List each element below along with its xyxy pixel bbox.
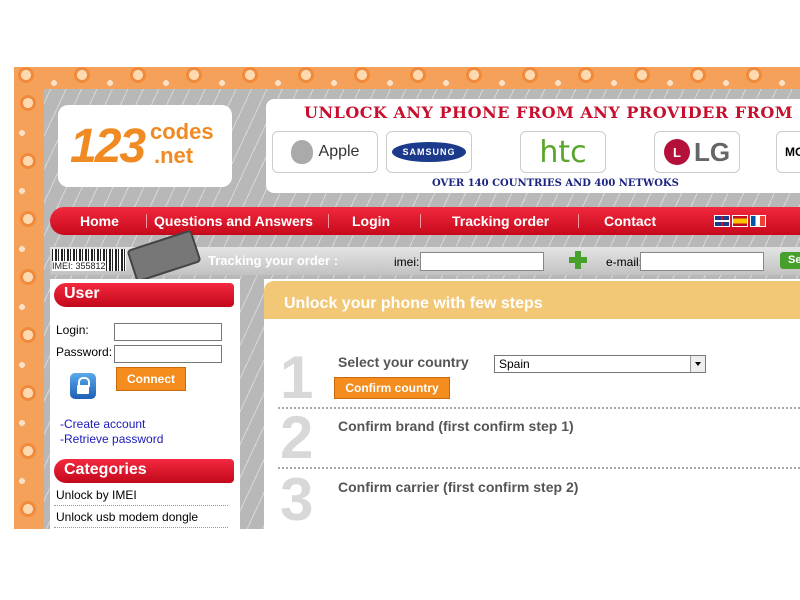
wallpaper-top <box>14 67 800 89</box>
step-number: 3 <box>280 466 314 529</box>
sidebar: User Login: Password: Connect -Create ac… <box>50 279 240 529</box>
barcode-imei-text: IMEI: 355812 <box>52 261 106 271</box>
spain-flag-icon[interactable] <box>732 215 748 227</box>
password-label: Password: <box>56 345 113 359</box>
logo-net: .net <box>154 143 194 168</box>
country-select-value: Spain <box>499 357 530 371</box>
brand-apple[interactable]: Apple <box>272 131 378 173</box>
user-panel-header: User <box>54 283 234 307</box>
tracking-bar: IMEI: 355812 Tracking your order : imei:… <box>50 229 800 283</box>
login-label: Login: <box>56 323 89 337</box>
site-logo[interactable]: 123 codes .net <box>58 105 232 187</box>
nav-separator <box>420 214 421 228</box>
page-screenshot: 123 codes .net UNLOCK ANY PHONE FROM ANY… <box>14 67 800 529</box>
wallpaper-left <box>14 89 44 529</box>
category-item[interactable]: Unlock usb modem dongle <box>56 510 198 524</box>
brand-samsung[interactable]: SAMSUNG <box>386 131 472 173</box>
nav-tracking[interactable]: Tracking order <box>452 213 549 229</box>
phone-icon <box>126 229 202 283</box>
confirm-country-button[interactable]: Confirm country <box>334 377 450 399</box>
main-title: Unlock your phone with few steps <box>284 295 543 312</box>
nav-questions[interactable]: Questions and Answers <box>154 213 313 229</box>
imei-label: imei: <box>394 255 420 269</box>
nav-home[interactable]: Home <box>80 213 119 229</box>
lock-icon <box>70 373 96 399</box>
banner-title: UNLOCK ANY PHONE FROM ANY PROVIDER FROM … <box>304 103 800 122</box>
brand-samsung-label: SAMSUNG <box>392 142 466 162</box>
nav-separator <box>146 214 147 228</box>
nav-separator <box>328 214 329 228</box>
brand-apple-label: Apple <box>318 143 360 160</box>
category-item[interactable]: Unlock by IMEI <box>56 488 137 502</box>
main-nav: Home Questions and Answers Login Trackin… <box>50 207 800 235</box>
plus-icon[interactable] <box>568 250 588 270</box>
step-2-label: Confirm brand (first confirm step 1) <box>338 418 574 434</box>
main-content: Unlock your phone with few steps 1 Selec… <box>264 279 800 529</box>
brand-lg-label: LG <box>693 136 731 167</box>
tracking-label: Tracking your order : <box>208 253 339 268</box>
brand-lg[interactable]: L LG <box>654 131 740 173</box>
step-3-label: Confirm carrier (first confirm step 2) <box>338 479 579 495</box>
banner-subtitle: OVER 140 COUNTRIES AND 400 NETWOKS <box>432 178 679 189</box>
nav-separator <box>578 214 579 228</box>
chevron-down-icon[interactable] <box>690 356 705 372</box>
country-select[interactable]: Spain <box>494 355 706 373</box>
create-account-link[interactable]: -Create account <box>60 417 145 431</box>
brand-banner: UNLOCK ANY PHONE FROM ANY PROVIDER FROM … <box>266 99 800 193</box>
logo-number: 123 <box>70 120 146 173</box>
user-panel-title: User <box>64 285 100 302</box>
password-input[interactable] <box>114 345 222 363</box>
category-divider <box>54 505 228 506</box>
categories-title: Categories <box>64 461 147 478</box>
brand-motorola[interactable]: MO <box>776 131 800 173</box>
step-divider <box>278 467 800 469</box>
step-divider <box>278 407 800 409</box>
brand-htc[interactable]: htc <box>520 131 606 173</box>
step-number: 1 <box>280 344 314 411</box>
tracking-submit-button[interactable]: Se <box>780 252 800 269</box>
nav-login[interactable]: Login <box>352 213 390 229</box>
apple-logo-icon <box>290 140 313 164</box>
step-number: 2 <box>280 404 314 471</box>
login-input[interactable] <box>114 323 222 341</box>
email-input[interactable] <box>640 252 764 271</box>
france-flag-icon[interactable] <box>750 215 766 227</box>
imei-input[interactable] <box>420 252 544 271</box>
categories-header: Categories <box>54 459 234 483</box>
nav-contact[interactable]: Contact <box>604 213 656 229</box>
category-divider <box>54 527 228 528</box>
connect-button[interactable]: Connect <box>116 367 186 391</box>
email-label: e-mail: <box>606 255 643 269</box>
step-1-label: Select your country <box>338 354 469 370</box>
retrieve-password-link[interactable]: -Retrieve password <box>60 432 163 446</box>
uk-flag-icon[interactable] <box>714 215 730 227</box>
lg-logo-icon: L <box>663 139 690 165</box>
logo-codes: codes <box>150 119 214 144</box>
